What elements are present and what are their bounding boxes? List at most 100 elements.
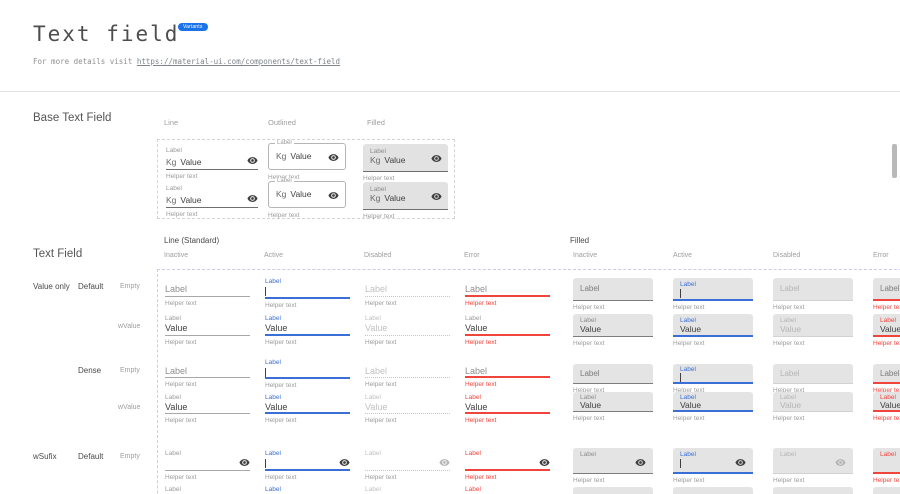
textfield-line-active-dense-empty[interactable]: Label Helper text — [265, 359, 350, 389]
textfield-line-disabled-dense-empty: Label Helper text — [365, 366, 450, 388]
field-box — [873, 487, 900, 494]
field-label: Label — [880, 364, 900, 383]
page: Text field Variants For more details vis… — [0, 0, 900, 494]
textfield-filled-active-wvalue[interactable]: LabelValue Helper text — [673, 314, 753, 347]
textfield-filled-disabled-wvalue: LabelValue Helper text — [773, 314, 853, 347]
textfield-filled-inactive-wsufix-wvalue[interactable] — [573, 487, 653, 494]
textfield-line-error-wsufix[interactable]: Label Helper text — [465, 450, 550, 481]
textfield-line-error-wvalue[interactable]: Label Value Helper text — [465, 315, 550, 346]
textfield-filled-error-wvalue[interactable]: LabelValue Helper text — [873, 314, 900, 347]
visibility-icon[interactable] — [239, 457, 250, 468]
textfield-filled-inactive-wvalue[interactable]: LabelValue Helper text — [573, 314, 653, 347]
field-box — [573, 487, 653, 494]
textfield-line-inactive-dense-empty[interactable]: Label Helper text — [165, 366, 250, 388]
textfield-line-error-wsufix-wvalue[interactable]: Label — [465, 486, 550, 494]
textfield-line-active-wvalue[interactable]: Label Value Helper text — [265, 315, 350, 346]
visibility-icon[interactable] — [328, 152, 339, 163]
visibility-icon[interactable] — [539, 457, 550, 468]
textfield-line-error-dense-empty[interactable]: Label Helper text — [465, 366, 550, 388]
visibility-icon[interactable] — [735, 457, 746, 468]
base-textfield-filled[interactable]: LabelKgValue Helper text — [363, 182, 448, 220]
vertical-scrollbar[interactable] — [892, 144, 897, 178]
helper-text: Helper text — [165, 417, 250, 424]
base-textfield-outlined[interactable]: LabelKgValue Helper text — [268, 181, 346, 219]
field-outline: LabelKgValue — [268, 181, 346, 208]
helper-text: Helper text — [673, 477, 753, 484]
field-value: Value — [465, 323, 550, 334]
textfield-filled-error-dense-empty[interactable]: Label Helper text — [873, 364, 900, 394]
textfield-filled-error-wsufix[interactable]: Label Helper text — [873, 448, 900, 484]
field-underline — [465, 412, 550, 414]
field-value: Value — [384, 155, 405, 165]
visibility-icon[interactable] — [247, 193, 258, 204]
textfield-filled-inactive-dense-empty[interactable]: Label Helper text — [573, 364, 653, 394]
textfield-filled-inactive-wsufix[interactable]: Label Helper text — [573, 448, 653, 484]
field-label: Label — [680, 278, 746, 289]
textfield-filled-active-empty[interactable]: Label Helper text — [673, 278, 753, 311]
textfield-line-inactive-wvalue[interactable]: Label Value Helper text — [165, 315, 250, 346]
state-error: Error — [873, 252, 889, 259]
field-value: Value — [365, 402, 450, 412]
visibility-icon[interactable] — [247, 155, 258, 166]
textfield-line-active-dense-wvalue[interactable]: Label Value Helper text — [265, 394, 350, 424]
field-underline — [465, 376, 550, 378]
field-label: Label — [275, 140, 294, 146]
helper-text: Helper text — [365, 300, 450, 307]
helper-text: Helper text — [165, 339, 250, 346]
helper-text: Helper text — [573, 477, 653, 484]
textfield-filled-active-dense-empty[interactable]: Label Helper text — [673, 364, 753, 394]
base-textfield-filled[interactable]: LabelKgValue Helper text — [363, 144, 448, 182]
field-label: Label — [165, 315, 250, 323]
textfield-line-active-empty[interactable]: Label Helper text — [265, 278, 350, 309]
textfield-line-inactive-empty[interactable]: Label Helper text — [165, 284, 250, 307]
row-wsufix: wSufix — [33, 452, 57, 461]
row-wvalue: wValue — [118, 404, 140, 411]
textfield-filled-disabled-dense-wvalue: LabelValue Helper text — [773, 392, 853, 422]
visibility-icon[interactable] — [328, 190, 339, 201]
visibility-icon[interactable] — [431, 153, 442, 164]
textfield-filled-inactive-dense-wvalue[interactable]: LabelValue Helper text — [573, 392, 653, 422]
textfield-filled-inactive-empty[interactable]: Label Helper text — [573, 278, 653, 311]
base-textfield-line[interactable]: Label KgValue Helper text — [166, 185, 258, 218]
textfield-line-error-empty[interactable]: Label Helper text — [465, 284, 550, 307]
field-input — [165, 458, 250, 469]
field-box: Label — [673, 448, 753, 474]
field-label: Label — [365, 284, 450, 295]
field-label: Label — [465, 394, 550, 402]
field-box: LabelValue — [673, 392, 753, 412]
visibility-icon — [439, 457, 450, 468]
field-box: Label — [773, 448, 853, 474]
helper-text: Helper text — [465, 381, 550, 388]
textfield-filled-active-wsufix-wvalue[interactable] — [673, 487, 753, 494]
group-filled: Filled — [570, 236, 589, 245]
textfield-filled-error-empty[interactable]: Label Helper text — [873, 278, 900, 311]
helper-text: Helper text — [573, 304, 653, 311]
textfield-filled-active-wsufix[interactable]: Label Helper text — [673, 448, 753, 484]
visibility-icon[interactable] — [635, 457, 646, 468]
field-label: Label — [465, 486, 550, 494]
helper-text: Helper text — [363, 175, 448, 182]
textfield-line-active-wsufix-wvalue[interactable]: Label — [265, 486, 350, 494]
textfield-filled-error-wsufix-wvalue[interactable] — [873, 487, 900, 494]
prefix: Kg — [166, 195, 176, 205]
visibility-icon[interactable] — [339, 457, 350, 468]
visibility-icon[interactable] — [431, 191, 442, 202]
textfield-line-error-dense-wvalue[interactable]: Label Value Helper text — [465, 394, 550, 424]
field-underline — [365, 335, 450, 336]
textfield-line-inactive-wsufix[interactable]: Label Helper text — [165, 450, 250, 481]
helper-text: Helper text — [773, 340, 853, 347]
helper-text: Helper text — [265, 417, 350, 424]
base-textfield-outlined[interactable]: LabelKgValue Helper text — [268, 143, 346, 181]
textfield-line-inactive-dense-wvalue[interactable]: Label Value Helper text — [165, 394, 250, 424]
textfield-line-disabled-wsufix-wvalue: Label — [365, 486, 450, 494]
field-outline: LabelKgValue — [268, 143, 346, 170]
docs-link[interactable]: https://material-ui.com/components/text-… — [137, 57, 340, 66]
textfield-line-inactive-wsufix-wvalue[interactable]: Label — [165, 486, 250, 494]
base-textfield-line[interactable]: Label KgValue Helper text — [166, 147, 258, 180]
textfield-filled-active-dense-wvalue[interactable]: LabelValue Helper text — [673, 392, 753, 422]
textfield-filled-error-dense-wvalue[interactable]: LabelValue Helper text — [873, 392, 900, 422]
textfield-line-active-wsufix[interactable]: Label Helper text — [265, 450, 350, 481]
field-label: Label — [165, 394, 250, 402]
field-underline — [165, 413, 250, 414]
row-default: Default — [78, 452, 103, 461]
